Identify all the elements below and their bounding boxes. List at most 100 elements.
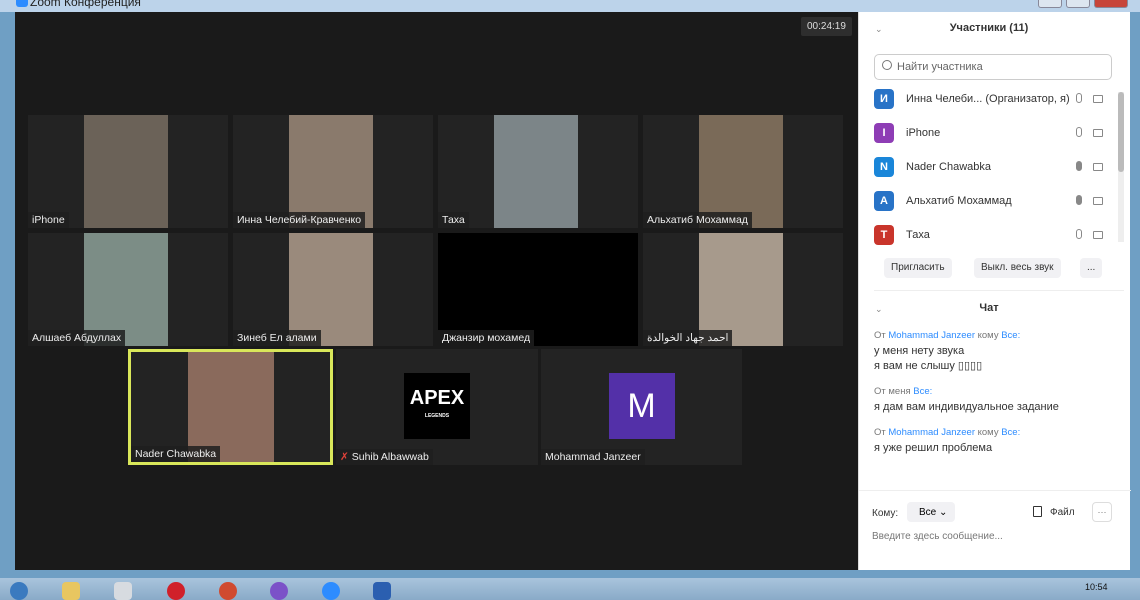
- chat-title: Чат: [979, 302, 999, 314]
- video-tile[interactable]: Альхатиб Мохаммад: [643, 115, 843, 228]
- video-tile[interactable]: Nader Chawabka: [128, 349, 333, 465]
- chat-message-text: у меня нету звука: [874, 345, 965, 357]
- avatar: A: [874, 191, 894, 211]
- video-tile[interactable]: Таха: [438, 115, 638, 228]
- sender-name[interactable]: Mohammad Janzeer: [888, 427, 975, 438]
- microphone-icon[interactable]: [1076, 127, 1082, 137]
- maximize-button[interactable]: [1066, 0, 1090, 8]
- video-tile[interactable]: APEX LEGENDS ✗ Suhib Albawwab: [336, 349, 538, 465]
- recipient-name[interactable]: Все:: [913, 386, 932, 397]
- recipient-name[interactable]: Все:: [1001, 330, 1020, 341]
- chat-message-input[interactable]: Введите здесь сообщение...: [872, 531, 1003, 542]
- participant-name-label: Джанзир мохамед: [438, 330, 535, 346]
- participant-name-label: Зинеб Ел алами: [233, 330, 321, 346]
- recipient-value: Все: [919, 507, 937, 518]
- mute-all-button[interactable]: Выкл. весь звук: [974, 258, 1061, 278]
- taskbar-clock: 10:54: [1085, 582, 1108, 592]
- participant-item[interactable]: И Инна Челеби... (Организатор, я): [874, 89, 1109, 111]
- microphone-icon[interactable]: [1076, 161, 1082, 171]
- video-feed: [84, 115, 168, 228]
- window-title: Zoom Конференция: [30, 0, 141, 9]
- file-button[interactable]: Файл: [1050, 507, 1075, 518]
- participant-name-label: احمد جهاد الخوالدة: [643, 330, 733, 346]
- avatar: И: [874, 89, 894, 109]
- microphone-icon[interactable]: [1076, 93, 1082, 103]
- viber-icon[interactable]: [270, 582, 288, 600]
- search-placeholder: Найти участника: [897, 61, 983, 73]
- microphone-icon[interactable]: [1076, 229, 1082, 239]
- side-panel: ⌄ Участники (11) Найти участника И Инна Ч…: [858, 12, 1131, 570]
- muted-mic-icon: ✗: [340, 451, 349, 463]
- camera-icon[interactable]: [1093, 231, 1103, 239]
- avatar: I: [874, 123, 894, 143]
- participant-name-label: Nader Chawabka: [131, 446, 221, 462]
- camera-icon[interactable]: [1093, 163, 1103, 171]
- video-feed: [494, 115, 578, 228]
- video-tile[interactable]: Зинеб Ел алами: [233, 233, 433, 346]
- start-button[interactable]: [10, 582, 28, 600]
- participants-scrollbar[interactable]: [1118, 92, 1124, 242]
- participant-name: iPhone: [906, 127, 941, 139]
- microphone-icon[interactable]: [1076, 195, 1082, 205]
- media-icon[interactable]: [114, 582, 132, 600]
- participant-search-input[interactable]: Найти участника: [874, 54, 1112, 80]
- chat-message-text: я вам не слышу ▯▯▯▯: [874, 360, 983, 372]
- camera-icon[interactable]: [1093, 197, 1103, 205]
- participant-name-label: Mohammad Janzeer: [541, 449, 645, 465]
- word-icon[interactable]: [373, 582, 391, 600]
- participant-item[interactable]: A Альхатиб Мохаммад: [874, 191, 1109, 213]
- participant-name: Nader Chawabka: [906, 161, 991, 173]
- chat-message: От меня Все: я дам вам индивидуальное зад…: [874, 386, 1119, 415]
- participant-name-label: Альхатиб Мохаммад: [643, 212, 752, 228]
- video-tile[interactable]: احمد جهاد الخوالدة: [643, 233, 843, 346]
- avatar: T: [874, 225, 894, 245]
- video-tile[interactable]: Джанзир мохамед: [438, 233, 638, 346]
- participant-item[interactable]: IiPhone: [874, 123, 1109, 145]
- zoom-app-icon: [16, 0, 28, 7]
- chat-more-button[interactable]: ···: [1092, 502, 1112, 522]
- chat-message: От Mohammad Janzeer кому Все: у меня нету…: [874, 330, 1119, 374]
- recipient-select[interactable]: Все ⌄: [907, 502, 955, 522]
- zoom-taskbar-icon[interactable]: [322, 582, 340, 600]
- video-tile[interactable]: Инна Челебий-Кравченко: [233, 115, 433, 228]
- participant-item[interactable]: T Таха: [874, 225, 1109, 247]
- video-tile[interactable]: Алшаеб Абдуллах: [28, 233, 228, 346]
- sender-name[interactable]: Mohammad Janzeer: [888, 330, 975, 341]
- participant-name: Инна Челеби... (Организатор, я): [906, 93, 1070, 105]
- chrome-icon[interactable]: [219, 582, 237, 600]
- search-icon: [882, 60, 892, 70]
- avatar: M: [608, 373, 675, 439]
- participant-name-label: Инна Челебий-Кравченко: [233, 212, 366, 228]
- participant-name: Альхатиб Мохаммад: [906, 195, 1012, 207]
- chat-message: От Mohammad Janzeer кому Все: я уже решил…: [874, 427, 1119, 456]
- meeting-timer: 00:24:19: [801, 17, 852, 36]
- participants-title: Участники (11): [949, 22, 1029, 34]
- participant-name: Таха: [906, 229, 930, 241]
- avatar: N: [874, 157, 894, 177]
- minimize-button[interactable]: [1038, 0, 1062, 8]
- recipient-name[interactable]: Все:: [1001, 427, 1020, 438]
- participant-name-label: Алшаеб Абдуллах: [28, 330, 126, 346]
- camera-icon[interactable]: [1093, 129, 1103, 137]
- close-button[interactable]: [1094, 0, 1128, 8]
- participant-name-label: Таха: [438, 212, 469, 228]
- chat-compose: Кому: Все ⌄ Файл ··· Введите здесь сообщ…: [859, 490, 1131, 570]
- invite-button[interactable]: Пригласить: [884, 258, 952, 278]
- apex-legends-logo: APEX LEGENDS: [404, 373, 470, 439]
- opera-icon[interactable]: [167, 582, 185, 600]
- video-tile[interactable]: M Mohammad Janzeer: [541, 349, 742, 465]
- participant-name-label: iPhone: [28, 212, 69, 228]
- chat-message-text: я дам вам индивидуальное задание: [874, 401, 1059, 413]
- explorer-icon[interactable]: [62, 582, 80, 600]
- video-gallery: 00:24:19 iPhone Инна Челебий-Кравченко Тах…: [15, 12, 858, 570]
- to-label: Кому:: [872, 508, 899, 519]
- title-bar: Zoom Конференция: [0, 0, 1140, 12]
- chat-message-text: я уже решил проблема: [874, 442, 993, 454]
- participants-more-button[interactable]: ...: [1080, 258, 1103, 278]
- participant-item[interactable]: N Nader Chawabka: [874, 157, 1109, 179]
- participant-name-label: ✗ Suhib Albawwab: [336, 449, 433, 465]
- windows-taskbar: 10:54: [0, 578, 1140, 600]
- video-tile[interactable]: iPhone: [28, 115, 228, 228]
- file-icon: [1033, 506, 1042, 517]
- camera-icon[interactable]: [1093, 95, 1103, 103]
